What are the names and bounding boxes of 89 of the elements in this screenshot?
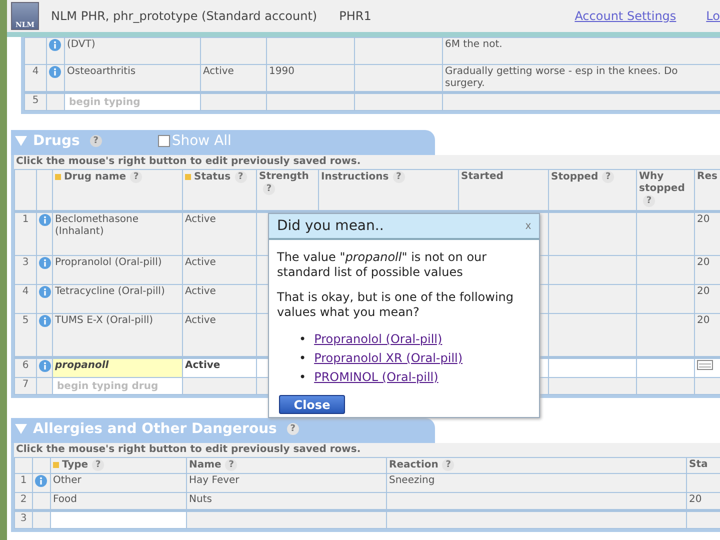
sort-icon[interactable]: [55, 174, 61, 180]
info-icon[interactable]: [39, 360, 51, 372]
bullet: •: [299, 332, 306, 346]
column-header[interactable]: Drug name ?: [52, 170, 182, 212]
bullet: •: [299, 351, 306, 365]
row-number: 3: [14, 256, 36, 284]
calendar-icon[interactable]: [697, 360, 713, 370]
bullet: •: [299, 370, 306, 384]
info-icon[interactable]: [39, 286, 51, 298]
section-title: Drugs: [33, 135, 80, 147]
table-cell: Gradually getting worse - esp in the knees. Do surgery.: [442, 64, 720, 92]
info-icon[interactable]: [49, 66, 61, 78]
collapse-triangle-icon[interactable]: [15, 136, 27, 146]
table-cell: Other: [50, 473, 186, 492]
column-header[interactable]: Type ?: [50, 458, 186, 474]
table-cell: 20: [694, 212, 720, 256]
row-number: 3: [14, 510, 32, 528]
table-cell: Active: [200, 64, 266, 92]
close-button[interactable]: x: [526, 220, 531, 232]
column-header[interactable]: Stopped ?: [548, 170, 636, 212]
table-cell: Tetracycline (Oral-pill): [52, 284, 182, 314]
help-icon[interactable]: ?: [225, 459, 238, 471]
table-cell: Propranolol (Oral-pill): [52, 256, 182, 284]
column-header[interactable]: Instructions ?: [318, 170, 458, 212]
column-header[interactable]: Status ?: [182, 170, 256, 212]
help-icon[interactable]: ?: [392, 171, 405, 183]
column-header[interactable]: Strength ?: [256, 170, 318, 212]
help-icon[interactable]: ?: [234, 171, 247, 183]
info-icon[interactable]: [35, 474, 47, 487]
table-cell: Osteoarthritis: [64, 64, 200, 92]
help-icon[interactable]: ?: [643, 195, 655, 207]
help-icon[interactable]: ?: [263, 183, 275, 195]
column-header[interactable]: Started: [458, 170, 548, 212]
row-number: 7: [14, 378, 36, 394]
table-cell: Active: [182, 212, 256, 256]
header-link[interactable]: Account Settings: [574, 10, 676, 22]
table-cell: propanoll: [52, 358, 182, 378]
column-header[interactable]: Reaction ?: [386, 458, 686, 474]
collapse-triangle-icon[interactable]: [15, 424, 27, 434]
row-number: 4: [14, 284, 36, 314]
info-icon[interactable]: [39, 257, 51, 269]
column-header[interactable]: Res: [694, 170, 720, 212]
table-cell: 6M the not.: [442, 38, 720, 64]
table-cell: TUMS E-X (Oral-pill): [52, 314, 182, 358]
table-cell: 20: [694, 284, 720, 314]
column-header[interactable]: Why stopped ?: [636, 170, 694, 212]
help-icon[interactable]: ?: [92, 459, 104, 471]
help-icon[interactable]: ?: [286, 423, 299, 435]
table-cell: (DVT): [64, 38, 200, 64]
help-icon[interactable]: ?: [130, 171, 142, 183]
info-icon[interactable]: [39, 315, 51, 327]
table-cell: Sneezing: [386, 473, 686, 492]
instruction-text: Click the mouse's right button to edit previously saved rows.: [14, 155, 720, 169]
table-cell: Beclomethasone (Inhalant): [52, 212, 182, 256]
help-icon[interactable]: ?: [602, 171, 614, 183]
suggestion-link[interactable]: Propranolol XR (Oral-pill): [314, 351, 463, 365]
suggestion-link[interactable]: PROMINOL (Oral-pill): [314, 370, 438, 384]
close-button[interactable]: Close: [279, 395, 345, 414]
table-cell: Hay Fever: [186, 473, 386, 492]
table-cell: 20: [694, 256, 720, 284]
account-title: NLM PHR, phr_prototype (Standard account): [51, 10, 318, 22]
row-number: 5: [14, 314, 36, 358]
table-cell: 1990: [266, 64, 354, 92]
info-icon[interactable]: [49, 39, 61, 51]
row-number: 1: [14, 212, 36, 256]
sort-icon[interactable]: [185, 174, 191, 180]
profile-name: PHR1: [339, 10, 372, 22]
column-header[interactable]: Name ?: [186, 458, 386, 474]
sort-icon[interactable]: [53, 462, 59, 468]
section-title: Allergies and Other Dangerous: [33, 423, 277, 435]
info-icon[interactable]: [39, 214, 51, 226]
table-cell: Active: [182, 256, 256, 284]
row-number: 6: [14, 358, 36, 378]
column-header[interactable]: Sta: [686, 458, 720, 474]
help-icon[interactable]: ?: [442, 459, 454, 471]
table-cell: Active: [182, 358, 256, 378]
table-cell: 20: [694, 314, 720, 358]
dialog-question: That is okay, but is one of the following values what you mean?: [277, 290, 514, 320]
dialog-message: The value "propanoll" is not on our standard list of possible values: [277, 250, 488, 280]
dialog-title: Did you mean..: [277, 220, 384, 232]
row-number: 5: [24, 92, 46, 110]
table-cell: Active: [182, 284, 256, 314]
instruction-text: Click the mouse's right button to edit previously saved rows.: [14, 443, 720, 457]
header-link[interactable]: Lo: [706, 10, 720, 22]
help-icon[interactable]: ?: [90, 135, 102, 147]
row-number: 1: [14, 473, 32, 492]
table-cell: Active: [182, 314, 256, 358]
suggestion-link[interactable]: Propranolol (Oral-pill): [314, 332, 442, 346]
row-number: 4: [24, 64, 46, 92]
